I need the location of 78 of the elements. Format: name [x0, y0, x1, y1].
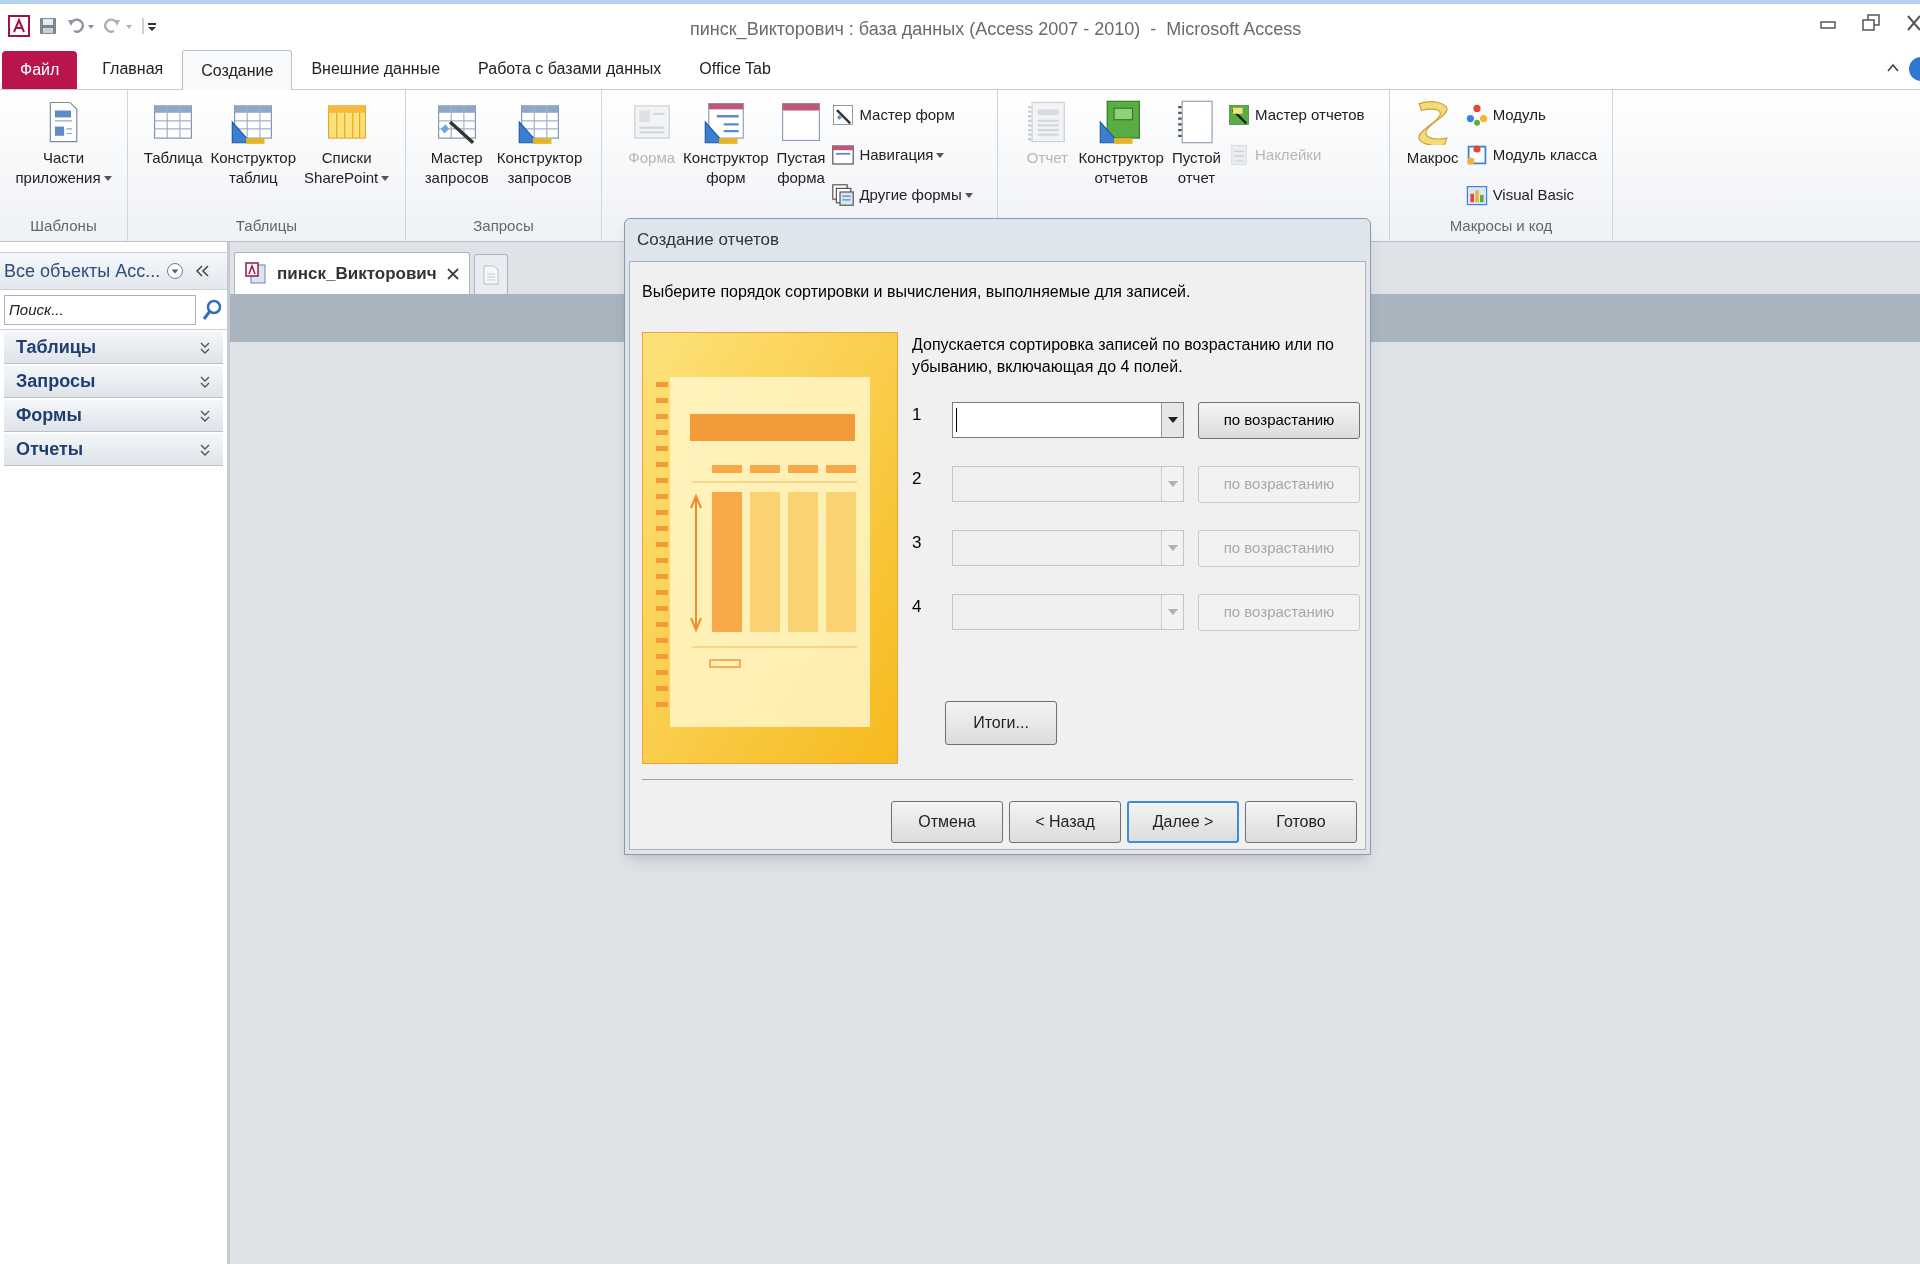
nav-group-header[interactable]: Формы	[4, 400, 223, 432]
wand-icon	[1226, 103, 1251, 127]
database-document-icon	[245, 261, 267, 286]
search-field[interactable]: Поиск...	[4, 294, 196, 325]
document-tab[interactable]: пинск_Викторович	[234, 252, 470, 294]
close-icon[interactable]	[446, 267, 459, 280]
sort-number: 1	[912, 404, 923, 426]
dropdown-icon[interactable]	[166, 262, 185, 280]
chart-window-icon	[1464, 183, 1489, 207]
restore-icon[interactable]	[1862, 14, 1880, 32]
customize-toolbar-icon[interactable]	[142, 16, 158, 36]
nav-group-header[interactable]: Запросы	[4, 366, 223, 398]
ribbon-button[interactable]: Списки SharePoint	[302, 96, 392, 188]
sort-number: 4	[912, 596, 923, 618]
sort-number: 2	[912, 468, 923, 490]
ribbon-button[interactable]: Конструктор таблиц	[208, 96, 299, 188]
sort-order-button[interactable]: по возрастанию	[1198, 402, 1360, 439]
ribbon-tab[interactable]: Создание	[182, 50, 293, 90]
ribbon-button[interactable]: Пустая форма	[774, 96, 828, 188]
description-text: Допускается сортировка записей по возрастанию или по убыванию, включающая до 4 полей.	[912, 335, 1335, 377]
ribbon-group-label: Шаблоны	[30, 217, 97, 234]
ribbon-button[interactable]: Модуль класса	[1464, 138, 1598, 172]
ribbon-button[interactable]: Конструктор отчетов	[1076, 96, 1166, 188]
chevron-down-icon	[199, 340, 211, 355]
chevron-down-icon	[199, 408, 211, 423]
dialog-button[interactable]: < Назад	[1009, 801, 1121, 843]
help-icon[interactable]	[1908, 56, 1920, 82]
ribbon-button[interactable]: Таблица	[141, 96, 205, 168]
page-icon	[482, 264, 499, 285]
wand-icon	[831, 103, 856, 127]
save-icon[interactable]	[38, 16, 58, 36]
nav-group-header[interactable]: Таблицы	[4, 332, 223, 364]
dialog-button[interactable]: Отмена	[891, 801, 1003, 843]
ribbon-button[interactable]: Visual Basic	[1464, 178, 1598, 212]
ribbon-tab[interactable]: Внешние данные	[292, 49, 460, 89]
ribbon-button[interactable]: Мастер форм	[831, 98, 973, 132]
module-icon	[1464, 103, 1489, 127]
dialog-button[interactable]: Готово	[1245, 801, 1357, 843]
ribbon-group-label: Макросы и код	[1449, 217, 1553, 234]
file-tab[interactable]: Файл	[2, 51, 78, 89]
ribbon-button[interactable]: Макрос	[1404, 96, 1461, 168]
search-icon[interactable]	[202, 298, 222, 321]
stacked-windows-icon	[831, 183, 856, 207]
chevron-down-icon	[199, 442, 211, 457]
dialog-button[interactable]: Далее >	[1127, 801, 1239, 843]
collapse-pane-icon[interactable]	[196, 265, 211, 277]
nav-group-header[interactable]: Отчеты	[4, 434, 223, 466]
class-module-icon	[1464, 143, 1489, 167]
ribbon-button[interactable]: Мастер отчетов	[1226, 98, 1365, 132]
ribbon-button[interactable]: Мастер запросов	[422, 96, 491, 188]
summary-button[interactable]: Итоги...	[945, 701, 1057, 745]
sort-number: 3	[912, 532, 923, 554]
collapse-ribbon-icon[interactable]	[1886, 62, 1900, 74]
ribbon-group-label: Запросы	[473, 217, 534, 234]
sort-field-dropdown[interactable]	[952, 402, 1184, 438]
dropdown-arrow-icon	[1167, 545, 1178, 551]
ribbon-tab[interactable]: Office Tab	[680, 49, 790, 89]
ribbon-button[interactable]: Пустой отчет	[1169, 96, 1223, 188]
ribbon-button[interactable]: Другие формы	[831, 178, 973, 212]
window-title: пинск_Викторович : база данных (Access 2007 - 2010) - Microsoft Access	[690, 18, 1302, 42]
instruction-text: Выберите порядок сортировки и вычисления, выполняемые для записей.	[642, 282, 1191, 302]
ribbon-tab[interactable]: Главная	[83, 49, 183, 89]
dropdown-arrow-icon	[1167, 481, 1178, 487]
ribbon-button[interactable]: Модуль	[1464, 98, 1598, 132]
undo-icon[interactable]	[66, 16, 96, 36]
chevron-down-icon	[199, 374, 211, 389]
ribbon-group-label: Таблицы	[235, 217, 298, 234]
ribbon-button[interactable]: Конструктор форм	[681, 96, 771, 188]
ribbon-button[interactable]: Части приложения	[13, 96, 114, 188]
dropdown-arrow-icon	[1167, 417, 1178, 423]
ribbon-button[interactable]: Навигация	[831, 138, 973, 172]
app-logo-icon	[8, 15, 30, 37]
dropdown-arrow-icon	[1167, 609, 1178, 615]
ribbon-button[interactable]: Конструктор запросов	[494, 96, 585, 188]
dialog-title: Создание отчетов	[637, 229, 780, 252]
ribbon-tab[interactable]: Работа с базами данных	[459, 49, 681, 89]
close-icon[interactable]	[1906, 14, 1920, 32]
window-icon	[831, 143, 856, 167]
